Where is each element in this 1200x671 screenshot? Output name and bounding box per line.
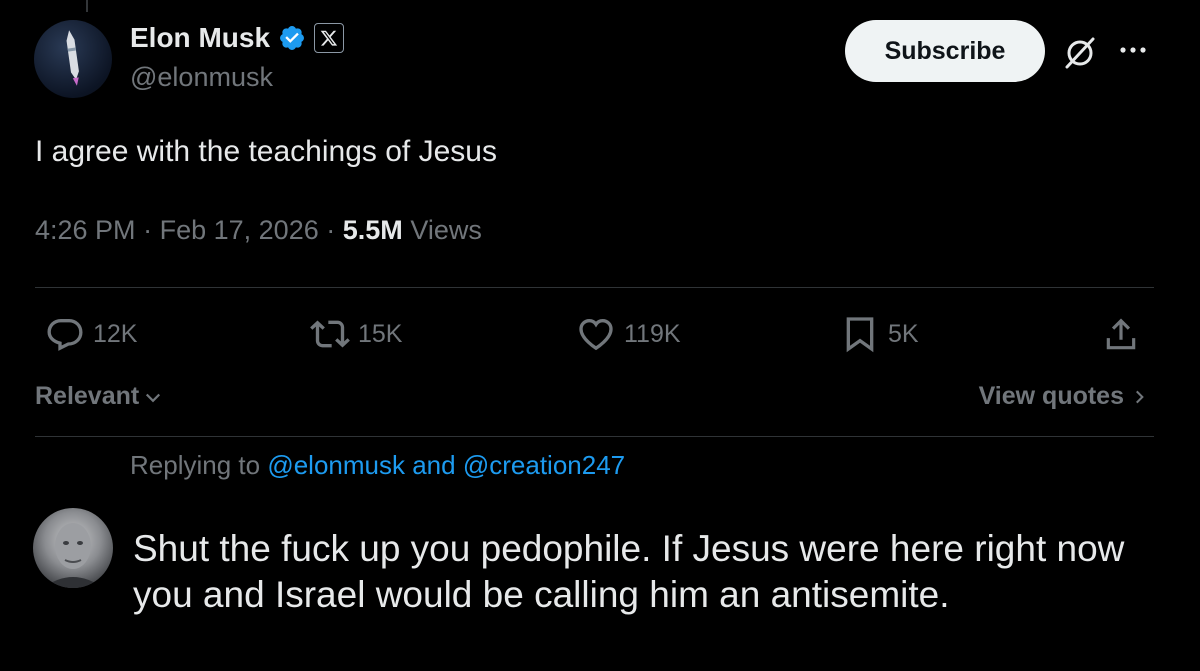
author-name-row: Elon Musk <box>130 22 345 54</box>
reply-count: 12K <box>93 319 138 348</box>
x-logo-glyph <box>320 30 338 46</box>
replying-prefix: Replying to <box>130 450 261 480</box>
tweet-time[interactable]: 4:26 PM <box>35 215 136 245</box>
reply-avatar-image <box>43 523 103 588</box>
sort-relevant-dropdown[interactable]: Relevant <box>35 382 163 411</box>
rocket-avatar-image <box>66 30 79 86</box>
tweet-meta: 4:26 PM · Feb 17, 2026 · 5.5M Views <box>35 215 482 246</box>
author-avatar[interactable] <box>34 20 112 98</box>
x-logo-icon[interactable] <box>314 23 345 53</box>
replying-conjunction: and <box>412 450 456 480</box>
grok-icon[interactable] <box>1060 33 1100 73</box>
sort-label: Relevant <box>35 382 140 410</box>
thread-connector-line <box>86 0 88 12</box>
author-handle[interactable]: @elonmusk <box>130 62 273 93</box>
views-label: Views <box>410 215 482 245</box>
share-icon[interactable] <box>1102 316 1140 354</box>
view-quotes-label: View quotes <box>978 382 1124 410</box>
tweet-date[interactable]: Feb 17, 2026 <box>160 215 319 245</box>
tweet-text: I agree with the teachings of Jesus <box>35 135 497 168</box>
reply-button[interactable]: 12K <box>45 314 137 354</box>
views-count[interactable]: 5.5M <box>343 215 403 245</box>
divider-top <box>35 287 1154 288</box>
divider-bottom <box>35 436 1154 437</box>
bookmark-icon <box>846 317 874 353</box>
chevron-down-icon <box>146 393 161 402</box>
author-name[interactable]: Elon Musk <box>130 22 270 54</box>
like-button[interactable]: 119K <box>576 314 681 354</box>
repost-count: 15K <box>358 319 403 348</box>
like-count: 119K <box>624 319 681 348</box>
reply-text: Shut the fuck up you pedophile. If Jesus… <box>133 528 1125 615</box>
subscribe-button[interactable]: Subscribe <box>845 20 1045 82</box>
view-quotes-link[interactable]: View quotes <box>979 382 1148 411</box>
more-icon[interactable] <box>1115 40 1151 60</box>
repost-icon <box>310 320 350 348</box>
chevron-right-icon <box>1136 390 1144 403</box>
like-icon <box>579 318 613 351</box>
verified-badge-icon[interactable] <box>278 24 306 52</box>
bookmark-button[interactable]: 5K <box>840 314 919 354</box>
repost-button[interactable]: 15K <box>310 314 402 354</box>
bookmark-count: 5K <box>888 319 919 348</box>
replying-to-line: Replying to @elonmusk and @creation247 <box>130 450 625 481</box>
reply-author-avatar[interactable] <box>33 508 113 588</box>
meta-separator: · <box>326 215 336 245</box>
reply-icon <box>47 319 83 351</box>
mention-link[interactable]: @creation247 <box>463 450 625 480</box>
meta-separator: · <box>143 215 153 245</box>
mention-link[interactable]: @elonmusk <box>267 450 405 480</box>
